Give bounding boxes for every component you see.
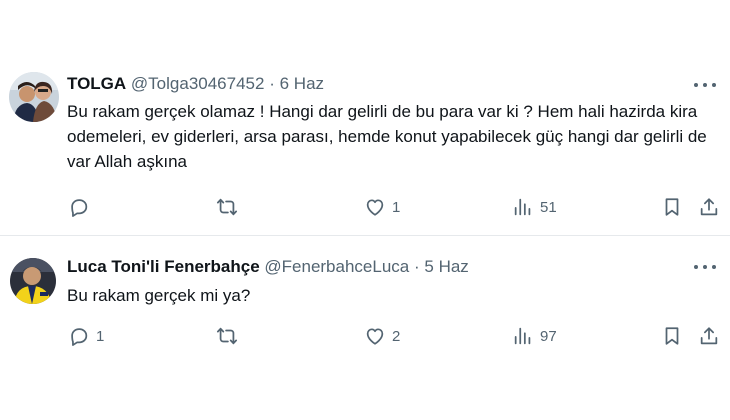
tweet-text: Bu rakam gerçek mi ya? [67, 286, 251, 305]
tweet[interactable]: Luca Toni'li Fenerbahçe @FenerbahceLuca … [0, 238, 730, 420]
bookmark-button[interactable] [661, 194, 683, 220]
reply-button[interactable]: 1 [68, 323, 104, 349]
share-button[interactable] [698, 323, 720, 349]
tweet-divider [0, 235, 730, 236]
like-button[interactable]: 1 [364, 194, 400, 220]
avatar[interactable] [9, 72, 59, 122]
user-handle[interactable]: @Tolga30467452 [131, 74, 265, 93]
retweet-button[interactable] [216, 194, 244, 220]
separator: · [269, 74, 275, 93]
retweet-button[interactable] [216, 323, 244, 349]
tweet-header: TOLGA @Tolga30467452 · 6 Haz [67, 74, 324, 94]
reply-icon [71, 328, 88, 346]
share-button[interactable] [698, 194, 720, 220]
like-count: 1 [392, 198, 401, 216]
display-name[interactable]: TOLGA [67, 74, 126, 93]
views-icon [514, 198, 531, 216]
retweet-icon [216, 198, 238, 216]
views-count: 51 [540, 198, 557, 216]
views-button[interactable]: 51 [512, 194, 557, 220]
views-count: 97 [540, 327, 557, 345]
share-icon [700, 327, 718, 345]
more-icon[interactable] [694, 79, 716, 91]
tweet-text: Bu rakam gerçek olamaz ! Hangi dar gelir… [67, 102, 707, 171]
separator: · [413, 257, 420, 276]
retweet-icon [216, 327, 238, 345]
heart-icon [366, 199, 384, 216]
like-count: 2 [392, 327, 401, 345]
views-button[interactable]: 97 [512, 323, 557, 349]
more-icon[interactable] [694, 261, 716, 273]
like-button[interactable]: 2 [364, 323, 400, 349]
tweet[interactable]: TOLGA @Tolga30467452 · 6 Haz Bu rakam ge… [0, 0, 730, 233]
share-icon [700, 198, 718, 216]
reply-count: 1 [96, 327, 105, 345]
display-name[interactable]: Luca Toni'li Fenerbahçe [67, 257, 260, 276]
tweet-actions: 1 51 [0, 194, 730, 220]
reply-icon [71, 199, 88, 217]
avatar[interactable] [10, 258, 56, 304]
bookmark-button[interactable] [661, 323, 683, 349]
views-icon [514, 327, 531, 345]
tweet-date[interactable]: 6 Haz [280, 74, 324, 93]
heart-icon [366, 328, 384, 345]
tweet-actions: 1 2 97 [0, 323, 730, 349]
bookmark-icon [665, 327, 679, 345]
reply-button[interactable] [68, 194, 96, 220]
user-handle[interactable]: @FenerbahceLuca [264, 257, 409, 276]
bookmark-icon [665, 198, 679, 216]
tweet-header: Luca Toni'li Fenerbahçe @FenerbahceLuca … [67, 257, 469, 277]
tweet-date[interactable]: 5 Haz [424, 257, 468, 276]
